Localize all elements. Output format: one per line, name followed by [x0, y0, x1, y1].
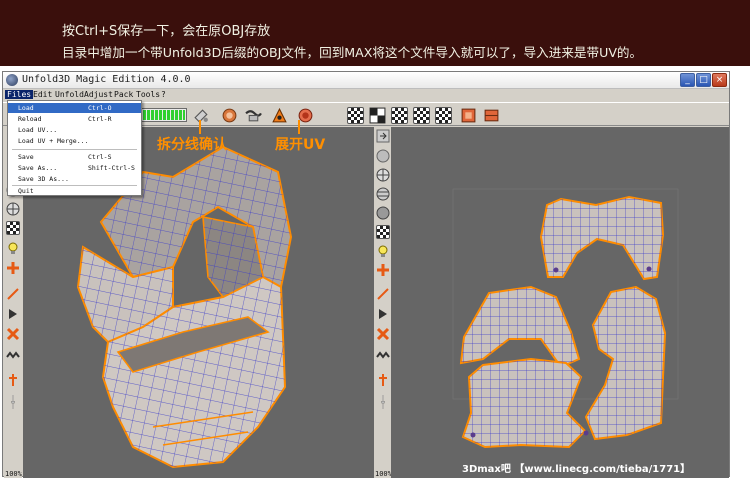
checker-icon[interactable] — [347, 107, 364, 124]
menu-separator — [12, 149, 137, 150]
menu-item-reload[interactable]: Reload Ctrl-R — [8, 114, 141, 124]
zoom-slider[interactable] — [6, 395, 20, 409]
checker-toggle-icon[interactable] — [376, 225, 390, 239]
uv-viewport[interactable] — [391, 127, 729, 478]
annotation-arrow-unfold — [298, 120, 300, 134]
cut-edge-icon[interactable] — [6, 327, 20, 341]
menu-edit[interactable]: Edit — [33, 90, 52, 99]
maximize-button[interactable]: □ — [696, 73, 711, 87]
annotation-cut-confirm: 拆分线确认 — [157, 137, 227, 153]
unfold-icon[interactable] — [221, 107, 238, 124]
menu-item-save-3d-as[interactable]: Save 3D As... — [8, 174, 141, 184]
app-window: Unfold3D Magic Edition 4.0.0 _ □ × Files… — [2, 71, 730, 478]
select-edge-icon[interactable] — [376, 287, 390, 301]
menu-unfold[interactable]: Unfold — [55, 90, 84, 99]
seam-icon[interactable] — [271, 107, 288, 124]
checker-fine-icon[interactable] — [435, 107, 452, 124]
menu-tools[interactable]: Tools — [136, 90, 160, 99]
checker-rotate-icon[interactable] — [391, 107, 408, 124]
select-edge-icon[interactable] — [6, 287, 20, 301]
annotation-unfold-uv: 展开UV — [275, 137, 326, 153]
zigzag-edge-icon[interactable] — [6, 348, 20, 362]
title-bar: Unfold3D Magic Edition 4.0.0 _ □ × — [3, 72, 729, 89]
banner-line-2: 目录中增加一个带Unfold3D后缀的OBJ文件，回到MAX将这个文件导入就可以… — [62, 45, 643, 60]
zoom-level-right: 100% — [375, 470, 392, 478]
minimize-button[interactable]: _ — [680, 73, 695, 87]
banner-line-1: 按Ctrl+S保存一下，会在原OBJ存放 — [62, 24, 271, 39]
wire-sphere-icon[interactable] — [6, 202, 20, 216]
zigzag-edge-icon[interactable] — [376, 348, 390, 362]
menu-adjust[interactable]: Adjust — [84, 90, 113, 99]
right-tool-sidebar: 100% — [373, 127, 392, 478]
files-menu-dropdown: Load Ctrl-O Reload Ctrl-R Load UV... Loa… — [7, 100, 142, 196]
uv-islands — [452, 188, 679, 449]
menu-item-save[interactable]: Save Ctrl-S — [8, 152, 141, 162]
window-title: Unfold3D Magic Edition 4.0.0 — [22, 74, 191, 85]
instruction-banner: 按Ctrl+S保存一下，会在原OBJ存放 目录中增加一个带Unfold3D后缀的… — [0, 0, 750, 66]
pointer-icon[interactable] — [6, 307, 20, 321]
progress-bar-fill — [135, 110, 185, 120]
arrow-right-icon[interactable] — [376, 129, 390, 143]
checker-toggle-icon[interactable] — [6, 221, 20, 235]
weld-icon[interactable] — [245, 107, 262, 124]
pack-icon[interactable] — [483, 107, 500, 124]
menu-item-save-as[interactable]: Save As... Shift-Ctrl-S — [8, 163, 141, 173]
menu-item-load-uv-merge[interactable]: Load UV + Merge... — [8, 136, 141, 146]
pin-icon[interactable] — [376, 373, 390, 387]
screenshot: 按Ctrl+S保存一下，会在原OBJ存放 目录中增加一个带Unfold3D后缀的… — [0, 0, 750, 483]
light-bulb-icon[interactable] — [376, 244, 390, 258]
zoom-slider[interactable] — [376, 395, 390, 409]
move-icon[interactable] — [376, 263, 390, 277]
light-bulb-icon[interactable] — [6, 241, 20, 255]
watermark: 3Dmax吧 【www.linecg.com/tieba/1771】 — [462, 464, 691, 475]
grid-sphere-icon[interactable] — [376, 187, 390, 201]
checker-color-icon[interactable] — [413, 107, 430, 124]
wire-sphere-icon[interactable] — [376, 168, 390, 182]
cut-edge-icon[interactable] — [376, 327, 390, 341]
cut-tool-icon[interactable] — [193, 107, 210, 124]
close-button[interactable]: × — [712, 73, 727, 87]
menu-item-load[interactable]: Load Ctrl-O — [8, 103, 141, 113]
menu-item-quit[interactable]: Quit — [8, 186, 141, 196]
move-icon[interactable] — [6, 261, 20, 275]
sphere-view-icon[interactable] — [376, 149, 390, 163]
checker-scale-icon[interactable] — [369, 107, 386, 124]
app-logo-icon — [6, 74, 18, 86]
shaded-sphere-icon[interactable] — [376, 206, 390, 220]
material-icon[interactable] — [460, 107, 477, 124]
menu-files[interactable]: Files — [5, 90, 34, 99]
pin-icon[interactable] — [6, 373, 20, 387]
menu-item-load-uv[interactable]: Load UV... — [8, 125, 141, 135]
menu-pack[interactable]: Pack — [114, 90, 133, 99]
zoom-level-left: 100% — [5, 470, 22, 478]
annotation-arrow-cut — [199, 120, 201, 134]
menu-help[interactable]: ? — [161, 90, 166, 99]
pointer-icon[interactable] — [376, 307, 390, 321]
